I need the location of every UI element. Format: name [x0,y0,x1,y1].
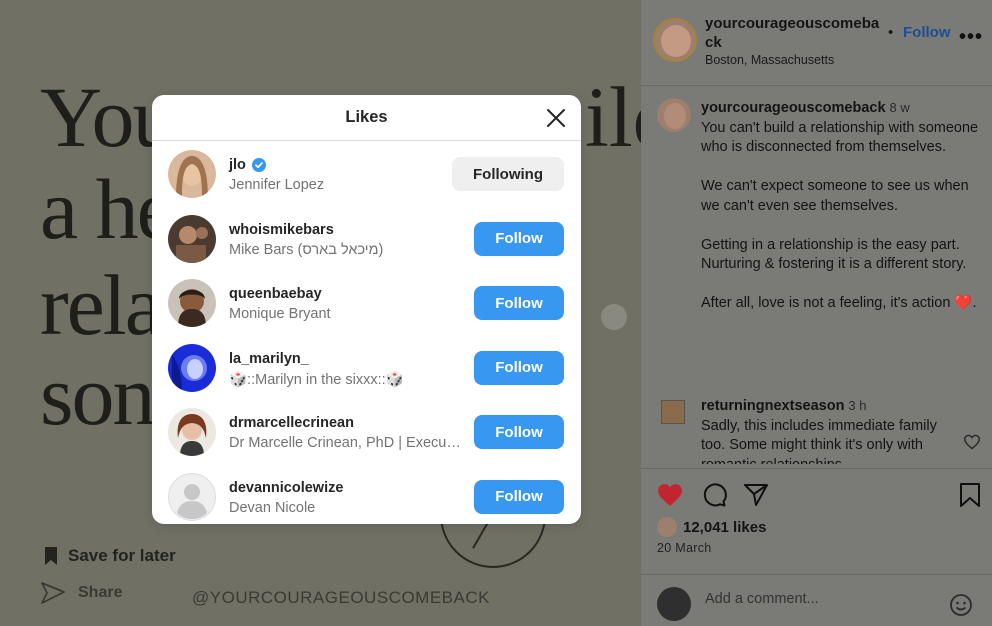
post-image-text-line: son [40,347,155,443]
liker-username[interactable]: whoismikebars [229,222,334,238]
liker-username[interactable]: jlo [229,157,246,173]
comment-body: Sadly, this includes immediate family to… [701,417,937,465]
liker-full-name: Devan Nicole [229,499,316,516]
likes-modal: Likes jlo Jennifer Lopez Following whois… [152,95,581,524]
caption-paragraph: We can't expect someone to see us when w… [701,178,969,214]
paper-plane-icon [41,582,65,604]
commenter-avatar[interactable] [661,400,685,424]
author-username[interactable]: yourcourageouscomeba ck [705,14,885,52]
share-row: Share [40,580,122,606]
bookmark-filled-icon [45,547,57,565]
liker-avatar[interactable] [168,214,216,263]
likes-count[interactable]: 12,041 likes [657,517,766,537]
liker-avatar[interactable] [168,408,216,457]
liker-row: queenbaebay Monique Bryant Follow [152,270,581,335]
add-comment-bar [641,574,992,626]
caption-username[interactable]: yourcourageouscomeback [701,100,886,116]
liker-full-name: Monique Bryant [229,306,331,323]
caption-paragraph: You can't build a relationship with some… [701,119,979,156]
default-avatar-icon[interactable] [168,472,216,521]
liker-avatar[interactable] [168,279,216,328]
emoji-icon[interactable] [949,593,973,617]
liker-avatar[interactable] [168,343,216,392]
save-for-later-label: Save for later [68,546,176,565]
liker-username-wrap: jlo [229,157,266,173]
close-icon[interactable] [545,107,567,129]
modal-title: Likes [345,108,388,126]
liker-full-name: Dr Marcelle Crinean, PhD | Executive Coa… [229,435,464,452]
liker-full-name: Jennifer Lopez [229,177,325,193]
liker-username[interactable]: la_marilyn_ [229,351,309,367]
more-options-icon[interactable]: ••• [959,26,983,49]
liker-full-name: Mike Bars (מיכאל בארס) [229,241,384,258]
liked-heart-icon[interactable] [657,483,683,507]
following-button[interactable]: Following [452,157,564,191]
comment-like-heart-icon[interactable] [963,434,981,450]
comment-bubble-icon[interactable] [701,482,727,508]
author-avatar[interactable] [653,18,697,62]
post-date: 20 March [657,541,712,555]
post-handle-caption: @YOURCOURAGEOUSCOMEBACK [192,588,490,607]
follow-button[interactable]: Follow [474,350,564,385]
bookmark-icon[interactable] [959,482,981,508]
header-separator: • [888,24,894,41]
add-comment-input[interactable] [705,591,935,607]
liker-username-wrap: devannicolewize [229,480,343,496]
caption-time: 8 w [889,100,910,115]
header-follow-button[interactable]: Follow [903,24,951,41]
liker-mini-avatar [657,517,677,537]
likes-count-label: 12,041 likes [683,518,767,536]
follow-button[interactable]: Follow [474,415,564,450]
liker-username-wrap: queenbaebay [229,286,322,302]
post-location[interactable]: Boston, Massachusetts [705,53,834,67]
post-header: yourcourageouscomeba ck Boston, Massachu… [641,0,992,86]
comment-text: returningnextseason 3 h Sadly, this inclu… [701,396,959,464]
liker-row: drmarcellecrinean Dr Marcelle Crinean, P… [152,399,581,464]
comment: returningnextseason 3 h Sadly, this inclu… [657,396,987,464]
liker-username-wrap: la_marilyn_ [229,351,309,367]
post-image-text-fragment: ild [585,69,641,165]
liker-avatar[interactable] [168,150,216,198]
share-plane-icon[interactable] [743,482,769,508]
post-sidebar: yourcourageouscomeba ck Boston, Massachu… [641,0,992,626]
liker-username[interactable]: devannicolewize [229,480,343,496]
current-user-avatar [657,587,691,621]
share-label: Share [78,584,123,601]
follow-button[interactable]: Follow [474,221,564,256]
likes-list: jlo Jennifer Lopez Following whoismikeba… [152,141,581,524]
liker-row: devannicolewize Devan Nicole Follow [152,464,581,524]
comment-username[interactable]: returningnextseason [701,398,844,414]
liker-full-name: 🎲::Marilyn in the sixxx::🎲 [229,371,404,388]
caption-author-avatar[interactable] [657,98,691,132]
comment-time: 3 h [848,398,867,413]
caption-text: yourcourageouscomeback 8 w You can't buil… [701,98,987,333]
liker-row: la_marilyn_ 🎲::Marilyn in the sixxx::🎲 F… [152,335,581,400]
liker-username-wrap: drmarcellecrinean [229,415,354,431]
save-for-later: Save for later [44,546,176,566]
liker-row: whoismikebars Mike Bars (מיכאל בארס) Fol… [152,206,581,271]
follow-button[interactable]: Follow [474,286,564,321]
post-image-text-line: rela [40,257,163,353]
liker-username-wrap: whoismikebars [229,222,334,238]
post-actions: 12,041 likes 20 March [641,468,992,568]
caption-paragraph: After all, love is not a feeling, it's a… [701,295,977,311]
next-image-arrow-icon[interactable]: › [601,304,627,330]
liker-username[interactable]: drmarcellecrinean [229,415,354,431]
verified-badge-icon [251,158,266,172]
caption-paragraph: Getting in a relationship is the easy pa… [701,236,967,273]
liker-username[interactable]: queenbaebay [229,286,322,302]
follow-button[interactable]: Follow [474,479,564,514]
modal-header: Likes [152,95,581,141]
liker-row: jlo Jennifer Lopez Following [152,141,581,206]
